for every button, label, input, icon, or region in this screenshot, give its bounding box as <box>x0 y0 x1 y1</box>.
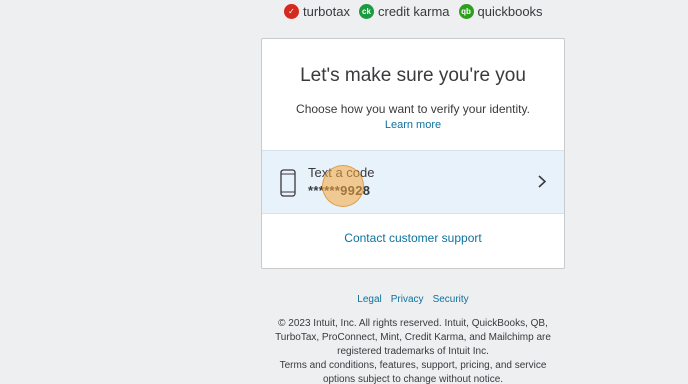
turbotax-check-icon: ✓ <box>284 4 299 19</box>
brand-bar: ✓ turbotax ck credit karma qb quickbooks <box>284 4 543 19</box>
brand-label: credit karma <box>377 4 450 19</box>
option-label: Text a code <box>308 165 375 180</box>
text-code-option[interactable]: Text a code ******9928 <box>262 150 564 214</box>
masked-phone-number: ******9928 <box>308 183 371 198</box>
verify-identity-card: Let's make sure you're you Choose how yo… <box>261 38 565 269</box>
brand-quickbooks: qb quickbooks <box>458 4 543 19</box>
terms-text: Terms and conditions, features, support,… <box>279 360 547 384</box>
quickbooks-logo-icon: qb <box>458 4 474 19</box>
brand-label: quickbooks <box>477 4 543 19</box>
legal-text: © 2023 Intuit, Inc. All rights reserved.… <box>271 317 555 384</box>
phone-icon <box>280 169 296 202</box>
copyright-text: © 2023 Intuit, Inc. All rights reserved.… <box>275 318 551 357</box>
footer-links: Legal Privacy Security <box>261 294 565 305</box>
legal-link[interactable]: Legal <box>357 294 381 305</box>
contact-support-link[interactable]: Contact customer support <box>262 231 564 245</box>
brand-credit-karma: ck credit karma <box>358 4 450 19</box>
privacy-link[interactable]: Privacy <box>391 294 424 305</box>
chevron-right-icon <box>538 175 547 193</box>
brand-label: turbotax <box>303 4 350 19</box>
learn-more-link[interactable]: Learn more <box>262 119 564 131</box>
page-subtitle: Choose how you want to verify your ident… <box>296 102 530 116</box>
credit-karma-logo-icon: ck <box>358 4 374 19</box>
page-title: Let's make sure you're you <box>300 65 526 86</box>
brand-turbotax: ✓ turbotax <box>284 4 350 19</box>
security-link[interactable]: Security <box>433 294 469 305</box>
